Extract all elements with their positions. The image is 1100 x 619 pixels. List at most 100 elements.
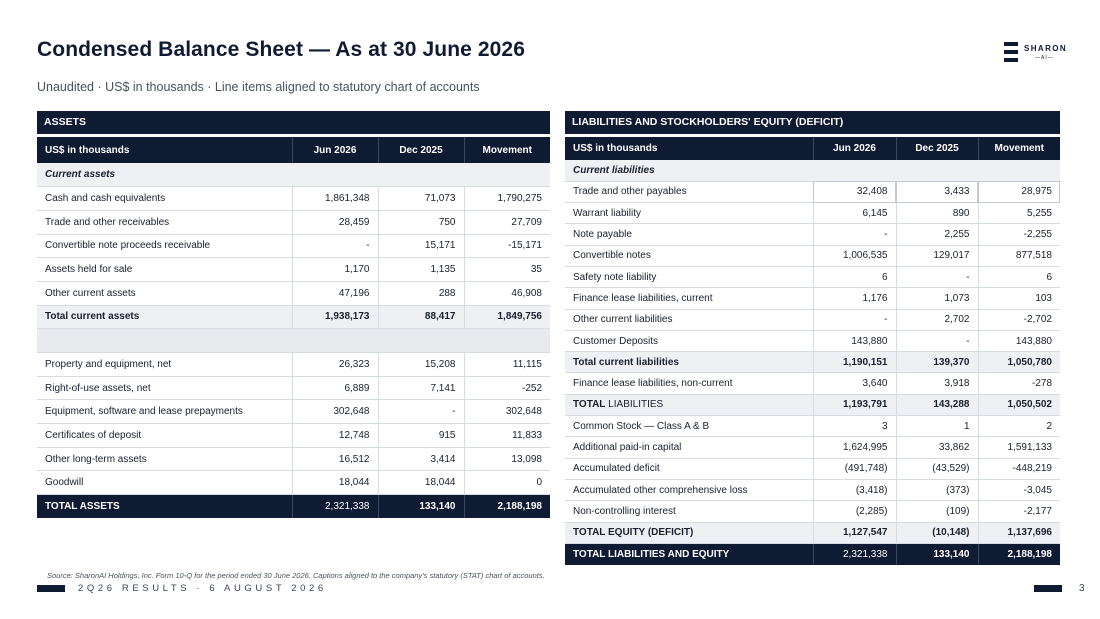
- current-liabilities-heading: Current liabilities: [565, 160, 1060, 182]
- jun-2026-value: 1,176: [812, 287, 896, 310]
- table-row: Accumulated deficit (491,748) (43,529) -448…: [565, 458, 1060, 480]
- jun-2026-value: 3: [812, 415, 896, 438]
- subheading-row: Current liabilities: [565, 160, 1060, 182]
- table-row: Cash and cash equivalents 1,861,348 71,073…: [37, 186, 550, 211]
- jun-2026-value: 3,640: [812, 372, 896, 395]
- column-header: Movement: [463, 137, 550, 163]
- row-label: Warrant liability: [565, 202, 813, 225]
- jun-2026-value: 1,127,547: [812, 522, 896, 544]
- table-row: Safety note liability 6-6: [565, 266, 1060, 289]
- dec-2025-value: (373): [895, 479, 978, 502]
- logo-subtext: —AI—: [1035, 55, 1054, 61]
- movement-value: 877,518: [977, 245, 1060, 267]
- table-row: Certificates of deposit 12,748 915 11,833: [37, 423, 550, 448]
- dec-2025-value: 71,073: [377, 186, 464, 211]
- row-label: Goodwill: [37, 470, 292, 496]
- dec-2025-value: 288: [377, 281, 464, 306]
- movement-value: 1,849,756: [463, 305, 550, 330]
- jun-2026-value: 1,170: [291, 257, 378, 282]
- movement-value: 2: [977, 415, 1060, 438]
- table-row: Finance lease liabilities, current 1,176 1…: [565, 287, 1060, 310]
- table-row: Customer Deposits 143,880-143,880: [565, 330, 1060, 353]
- dec-2025-value: 88,417: [377, 305, 464, 330]
- movement-value: 302,648: [463, 399, 550, 425]
- total-assets-row: TOTAL ASSETS 2,321,338 133,140 2,188,198: [37, 494, 550, 519]
- table-row: Right-of-use assets, net 6,889 7,141 -252: [37, 376, 550, 401]
- page-title: Condensed Balance Sheet — As at 30 June …: [37, 38, 525, 61]
- row-label: Convertible notes: [565, 245, 813, 267]
- liabilities-table: US$ in thousands Jun 2026 Dec 2025 Movem…: [565, 137, 1060, 565]
- table-row: Convertible notes 1,006,535 129,017 877,518: [565, 245, 1060, 267]
- dec-2025-value: 1,073: [895, 287, 978, 310]
- jun-2026-value: 28,459: [291, 210, 378, 235]
- movement-value: 11,833: [463, 423, 550, 448]
- jun-2026-value: (491,748): [812, 458, 896, 480]
- dec-2025-value: -: [377, 399, 464, 425]
- table-row: Non-controlling interest (2,285) (109) -2,1…: [565, 500, 1060, 523]
- jun-2026-value: 143,880: [812, 330, 896, 353]
- dec-2025-value: 3,414: [377, 447, 464, 472]
- dec-2025-value: 1: [895, 415, 978, 438]
- logo-mark-icon: [1004, 42, 1018, 62]
- movement-value: 6: [977, 266, 1060, 289]
- jun-2026-value: 16,512: [291, 447, 378, 472]
- footer-accent-bar: [1034, 585, 1062, 592]
- row-label: Note payable: [565, 223, 813, 246]
- dec-2025-value: 7,141: [377, 376, 464, 401]
- row-label: TOTAL EQUITY (DEFICIT): [565, 522, 813, 544]
- row-label: Trade and other payables: [565, 181, 813, 204]
- row-label: Customer Deposits: [565, 330, 813, 353]
- movement-value: 35: [463, 257, 550, 282]
- assets-section-title: ASSETS: [37, 111, 550, 134]
- row-label: Finance lease liabilities, non-current: [565, 372, 813, 395]
- movement-value: -2,255: [977, 223, 1060, 246]
- row-label: Total current assets: [37, 305, 292, 330]
- jun-2026-value: 6: [812, 266, 896, 289]
- row-label: TOTAL LIABILITIES AND EQUITY: [565, 543, 813, 565]
- movement-value: 1,137,696: [977, 522, 1060, 544]
- row-label: TOTAL LIABILITIES: [565, 394, 813, 417]
- spacer-cell: [37, 328, 550, 353]
- row-label: Cash and cash equivalents: [37, 186, 292, 211]
- movement-value: 103: [977, 287, 1060, 310]
- table-row: Convertible note proceeds receivable -15,…: [37, 234, 550, 259]
- jun-2026-value: 12,748: [291, 423, 378, 448]
- dec-2025-value: -: [895, 266, 978, 289]
- movement-value: -448,219: [977, 458, 1060, 480]
- column-header: Movement: [977, 137, 1060, 160]
- row-label: Right-of-use assets, net: [37, 376, 292, 401]
- movement-value: 28,975: [977, 181, 1060, 204]
- dec-2025-value: 133,140: [895, 543, 978, 565]
- dec-2025-value: 1,135: [377, 257, 464, 282]
- movement-value: 27,709: [463, 210, 550, 235]
- row-label: Finance lease liabilities, current: [565, 287, 813, 310]
- jun-2026-value: 302,648: [291, 399, 378, 425]
- dec-2025-value: 915: [377, 423, 464, 448]
- page-subtitle: Unaudited · US$ in thousands · Line item…: [37, 80, 480, 94]
- movement-value: -2,177: [977, 500, 1060, 523]
- table-row: Assets held for sale 1,170 1,135 35: [37, 257, 550, 282]
- dec-2025-value: (10,148): [895, 522, 978, 544]
- movement-value: 5,255: [977, 202, 1060, 225]
- movement-value: -252: [463, 376, 550, 401]
- movement-value: 143,880: [977, 330, 1060, 353]
- row-label-part: TOTAL: [573, 399, 606, 411]
- liabilities-header-row: US$ in thousands Jun 2026 Dec 2025 Movem…: [565, 137, 1060, 160]
- row-label: Safety note liability: [565, 266, 813, 289]
- jun-2026-value: 1,938,173: [291, 305, 378, 330]
- dec-2025-value: 129,017: [895, 245, 978, 267]
- row-label: Certificates of deposit: [37, 423, 292, 448]
- dec-2025-value: 33,862: [895, 436, 978, 459]
- spacer-row: [37, 328, 550, 353]
- assets-panel: ASSETS US$ in thousands Jun 2026 Dec 202…: [37, 111, 550, 519]
- total-equity-row: TOTAL EQUITY (DEFICIT) 1,127,547 (10,148) 1…: [565, 522, 1060, 544]
- jun-2026-value: 1,193,791: [812, 394, 896, 417]
- row-label: Assets held for sale: [37, 257, 292, 282]
- jun-2026-value: 47,196: [291, 281, 378, 306]
- table-row: Goodwill 18,044 18,044 0: [37, 470, 550, 496]
- total-liabilities-row: TOTAL LIABILITIES 1,193,791 143,288 1,050,5…: [565, 394, 1060, 417]
- jun-2026-value: -: [812, 223, 896, 246]
- jun-2026-value: 1,861,348: [291, 186, 378, 211]
- assets-table: US$ in thousands Jun 2026 Dec 2025 Movem…: [37, 137, 550, 519]
- row-label: Accumulated deficit: [565, 458, 813, 480]
